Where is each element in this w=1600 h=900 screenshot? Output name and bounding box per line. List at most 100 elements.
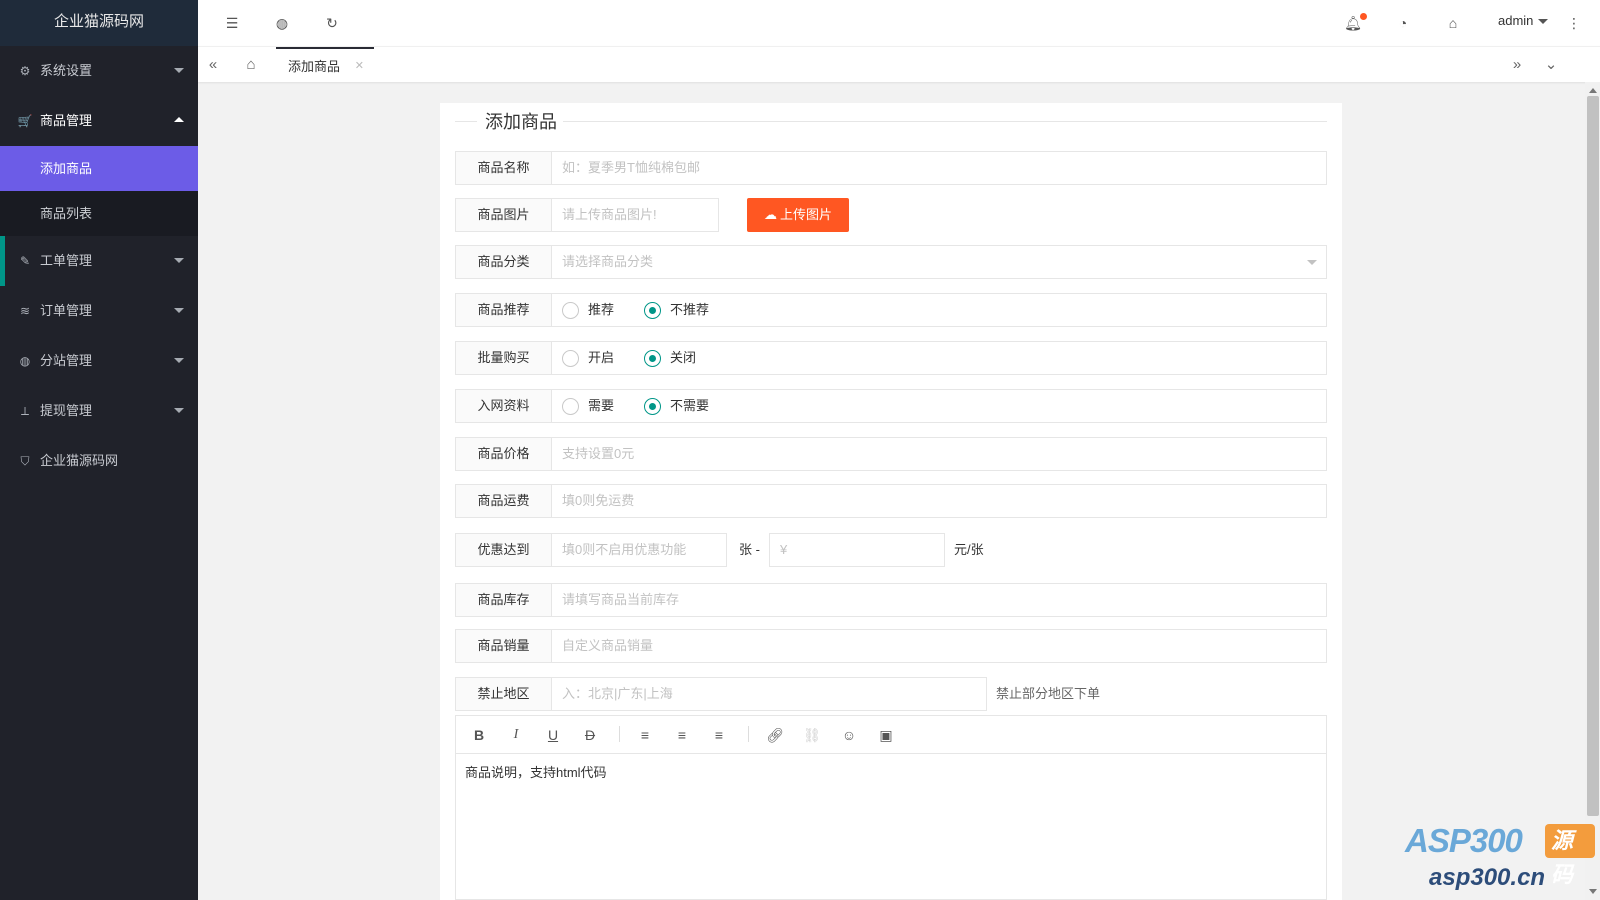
- chevron-down-icon: [174, 308, 184, 313]
- netinfo-radio-need[interactable]: 需要: [562, 390, 614, 422]
- sidebar-subitem-add-goods[interactable]: 添加商品: [0, 146, 198, 191]
- discount-price-input[interactable]: [769, 533, 945, 567]
- sidebar-item-order-management[interactable]: ≋ 订单管理: [0, 286, 198, 336]
- goods-shipping-input[interactable]: [551, 484, 1327, 518]
- radio-label: 不推荐: [670, 302, 710, 317]
- chevron-down-icon: [174, 68, 184, 73]
- goods-name-input[interactable]: [551, 151, 1327, 185]
- emoji-icon[interactable]: ☺: [838, 725, 860, 745]
- radio-circle: [562, 398, 579, 415]
- sidebar-menu: ⚙ 系统设置 🛒 商品管理 添加商品 商品列表 ✎ 工单管理 ≋ 订单管理 ◍ …: [0, 46, 198, 486]
- editor-content[interactable]: 商品说明，支持html代码: [465, 762, 607, 781]
- home-icon[interactable]: ⌂: [236, 47, 266, 82]
- watermark-text: ASP300: [1405, 822, 1523, 859]
- align-left-icon[interactable]: ≡: [634, 725, 656, 745]
- tabs-dropdown-icon[interactable]: ⌄: [1536, 47, 1566, 82]
- ticket-icon: ✎: [19, 254, 31, 268]
- row-discount: 优惠达到 张 - 元/张: [455, 533, 1327, 567]
- more-vertical-icon[interactable]: ⋮: [1564, 13, 1584, 33]
- image-icon[interactable]: ▣: [875, 725, 897, 745]
- goods-image-input[interactable]: [551, 198, 719, 232]
- field-label: 禁止地区: [455, 677, 552, 711]
- radio-label: 关闭: [670, 350, 697, 365]
- page-scrollbar[interactable]: [1585, 82, 1600, 900]
- radio-circle: [644, 350, 661, 367]
- strikethrough-icon[interactable]: D: [579, 725, 601, 745]
- sidebar-item-site-link[interactable]: ⛉ 企业猫源码网: [0, 436, 198, 486]
- sidebar-item-substation-management[interactable]: ◍ 分站管理: [0, 336, 198, 386]
- netinfo-radio-no-need[interactable]: 不需要: [644, 390, 709, 422]
- top-header: ☰ ◍ ↻ 🔔︎ ◔ ⌂ admin ⋮: [198, 0, 1600, 46]
- field-label: 商品名称: [455, 151, 552, 185]
- scroll-up-icon[interactable]: [1589, 88, 1597, 93]
- refresh-icon[interactable]: ↻: [322, 13, 342, 33]
- sidebar-subitem-goods-list[interactable]: 商品列表: [0, 191, 198, 236]
- field-label: 入网资料: [455, 389, 552, 423]
- forbidden-region-input[interactable]: [551, 677, 987, 711]
- brand-logo[interactable]: 企业猫源码网: [0, 0, 198, 46]
- add-goods-form: 添加商品 商品名称 商品图片 ☁上传图片 商品分类 商品推荐 推荐 不推荐 批量…: [440, 103, 1342, 900]
- sidebar-item-withdraw-management[interactable]: ⟂ 提现管理: [0, 386, 198, 436]
- scrollbar-thumb[interactable]: [1587, 96, 1599, 816]
- align-center-icon[interactable]: ≡: [671, 725, 693, 745]
- row-net-info: 入网资料 需要 不需要: [455, 389, 1327, 423]
- discount-unit-yuan: 元/张: [954, 542, 984, 557]
- bell-icon[interactable]: 🔔︎: [1343, 13, 1367, 33]
- legend-line-right: [550, 121, 1327, 122]
- bulk-radio-on[interactable]: 开启: [562, 342, 614, 374]
- discount-quantity-input[interactable]: [551, 533, 727, 567]
- tab-add-goods[interactable]: 添加商品 ✕: [276, 47, 374, 82]
- radio-label: 推荐: [588, 302, 615, 317]
- row-goods-recommend: 商品推荐 推荐 不推荐: [455, 293, 1327, 327]
- radio-circle: [562, 350, 579, 367]
- align-right-icon[interactable]: ≡: [708, 725, 730, 745]
- sidebar-item-system-settings[interactable]: ⚙ 系统设置: [0, 46, 198, 96]
- row-goods-sales: 商品销量: [455, 629, 1327, 663]
- upload-image-button[interactable]: ☁ 上传图片: [747, 198, 849, 232]
- globe-icon[interactable]: ◍: [272, 13, 292, 33]
- close-icon[interactable]: ✕: [355, 49, 364, 84]
- sidebar-item-label: 分站管理: [40, 353, 93, 368]
- goods-price-input[interactable]: [551, 437, 1327, 471]
- sidebar-item-goods-management[interactable]: 🛒 商品管理: [0, 96, 198, 146]
- field-label: 商品销量: [455, 629, 552, 663]
- toolbar-divider: [619, 726, 620, 742]
- unlink-icon[interactable]: ⛓: [801, 725, 823, 745]
- tabs-scroll-left-icon[interactable]: «: [198, 47, 228, 82]
- gear-icon: ⚙: [19, 64, 31, 78]
- recommend-radio-group: 推荐 不推荐: [551, 293, 1327, 327]
- upload-button-label: 上传图片: [779, 207, 832, 222]
- recommend-radio-yes[interactable]: 推荐: [562, 294, 614, 326]
- menu-toggle-icon[interactable]: ☰: [222, 13, 242, 33]
- chevron-down-icon: [1307, 260, 1317, 265]
- goods-sales-input[interactable]: [551, 629, 1327, 663]
- tab-label: 添加商品: [288, 59, 341, 74]
- chevron-up-icon: [174, 117, 184, 122]
- sidebar-item-label: 提现管理: [40, 403, 93, 418]
- recommend-radio-no[interactable]: 不推荐: [644, 294, 709, 326]
- bold-icon[interactable]: B: [468, 725, 490, 745]
- discount-unit-sheets: 张 -: [739, 542, 760, 557]
- field-label: 商品推荐: [455, 293, 552, 327]
- underline-icon[interactable]: U: [542, 725, 564, 745]
- tabs-scroll-right-icon[interactable]: »: [1502, 47, 1532, 82]
- watermark-url: asp300.cn: [1429, 864, 1546, 891]
- sidebar-item-label: 工单管理: [40, 253, 93, 268]
- page-tabs-bar: « ⌂ 添加商品 ✕ » ⌄: [198, 46, 1600, 82]
- bulk-radio-off[interactable]: 关闭: [644, 342, 696, 374]
- theme-palette-icon[interactable]: ◔: [1393, 13, 1413, 33]
- goods-stock-input[interactable]: [551, 583, 1327, 617]
- notification-dot: [1360, 13, 1367, 20]
- goods-category-select[interactable]: [551, 245, 1327, 279]
- watermark-logo: ASP300 源码 asp300.cn: [1405, 822, 1595, 896]
- sidebar-item-label: 订单管理: [40, 303, 93, 318]
- user-menu[interactable]: admin: [1498, 13, 1549, 28]
- sidebar-item-ticket-management[interactable]: ✎ 工单管理: [0, 236, 198, 286]
- link-icon[interactable]: 🔗︎: [764, 725, 786, 745]
- field-label: 商品图片: [455, 198, 552, 232]
- italic-icon[interactable]: I: [505, 725, 527, 745]
- username: admin: [1498, 13, 1534, 28]
- tag-icon[interactable]: ⌂: [1443, 13, 1463, 33]
- field-label: 优惠达到: [455, 533, 552, 567]
- sidebar: 企业猫源码网 ⚙ 系统设置 🛒 商品管理 添加商品 商品列表 ✎ 工单管理 ≋ …: [0, 0, 198, 900]
